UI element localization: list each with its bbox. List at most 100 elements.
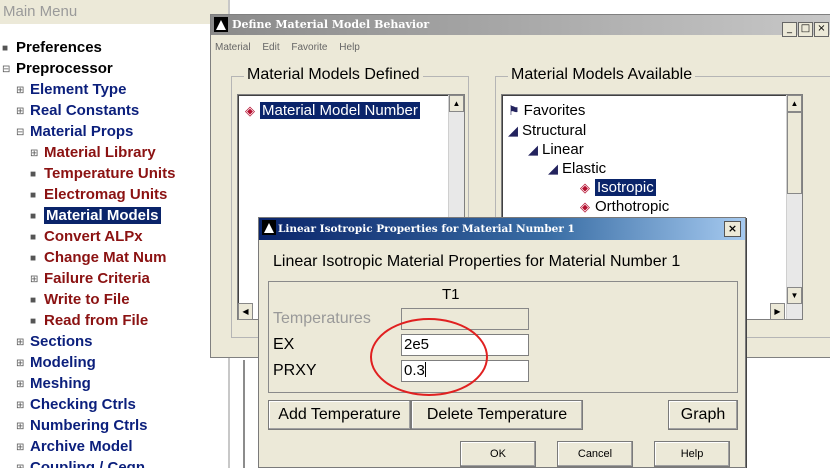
cancel-button[interactable]: Cancel — [557, 441, 633, 467]
minimize-button[interactable]: _ — [782, 22, 797, 37]
tree-item-temperature-units[interactable]: ■ Temperature Units — [30, 163, 175, 184]
scroll-up-arrow-icon[interactable]: ▲ — [787, 95, 802, 112]
collapse-icon: ⊟ — [2, 64, 11, 75]
available-list-scrollbar[interactable]: ▲ ▼ — [786, 95, 802, 319]
expand-icon: ⊞ — [16, 400, 25, 411]
dialog-close-button[interactable]: × — [724, 221, 741, 237]
tree-item-label: Preprocessor — [16, 60, 113, 77]
tree-item-convert-alpx[interactable]: ■ Convert ALPx — [30, 226, 143, 247]
tree-item-meshing[interactable]: ⊞ Meshing — [16, 373, 91, 394]
maximize-button[interactable]: □ — [798, 22, 813, 37]
ok-button[interactable]: OK — [460, 441, 536, 467]
expand-icon: ⊞ — [16, 458, 28, 468]
list-item-label: Material Model Number — [260, 102, 420, 119]
tree-item-element-type[interactable]: ⊞ Element Type — [16, 79, 126, 100]
tree-item-label: Write to File — [44, 291, 130, 308]
menu-leaf-icon: ■ — [30, 169, 37, 180]
list-item-material-model-number[interactable]: ◈ Material Model Number — [245, 101, 420, 121]
tree-item-label: Electromag Units — [44, 186, 168, 203]
tree-item-label: Convert ALPx — [44, 228, 143, 245]
material-icon: ◈ — [580, 180, 590, 195]
menu-help[interactable]: Help — [339, 42, 360, 53]
tree-item-label: Material Models — [44, 207, 161, 224]
close-button[interactable]: × — [814, 22, 829, 37]
open-folder-icon: ◢ — [548, 161, 558, 176]
menu-leaf-icon: ■ — [30, 211, 37, 222]
tree-item-label: Material Library — [44, 144, 156, 161]
define-material-titlebar[interactable]: Define Material Model Behavior _ □ × — [211, 15, 830, 38]
window-controls: _ □ × — [781, 18, 829, 38]
tree-node-label: Structural — [522, 122, 587, 139]
scrollbar-thumb[interactable] — [787, 112, 802, 194]
tree-item-real-constants[interactable]: ⊞ Real Constants — [16, 100, 139, 121]
tree-node-orthotropic[interactable]: ◈ Orthotropic — [580, 197, 669, 217]
menu-leaf-icon: ■ — [30, 295, 37, 306]
expand-icon: ⊞ — [30, 148, 39, 159]
tree-item-label: Read from File — [44, 312, 149, 329]
scroll-left-arrow-icon[interactable]: ◀ — [238, 303, 253, 320]
menu-favorite[interactable]: Favorite — [291, 42, 327, 53]
tree-node-linear[interactable]: ◢ Linear — [528, 140, 584, 160]
tree-item-failure-criteria[interactable]: ⊞ Failure Criteria — [30, 268, 150, 289]
linear-isotropic-titlebar[interactable]: Linear Isotropic Properties for Material… — [259, 218, 745, 240]
tree-item-sections[interactable]: ⊞ Sections — [16, 331, 93, 352]
panel-divider-inner — [243, 360, 245, 468]
material-icon: ◈ — [580, 199, 590, 214]
tree-item-preferences[interactable]: ■ Preferences — [2, 37, 102, 58]
tree-item-label: Archive Model — [30, 438, 133, 455]
graph-button[interactable]: Graph — [668, 400, 738, 430]
group-title-defined: Material Models Defined — [244, 66, 423, 84]
tree-item-label: Coupling / Ceqn — [30, 459, 145, 468]
expand-icon: ⊞ — [16, 421, 25, 432]
tree-item-label: Failure Criteria — [44, 270, 150, 287]
tree-item-read-from-file[interactable]: ■ Read from File — [30, 310, 148, 331]
tree-node-label: Favorites — [523, 102, 586, 119]
tree-item-label: Checking Ctrls — [30, 396, 136, 413]
scroll-down-arrow-icon[interactable]: ▼ — [787, 287, 802, 304]
tree-item-material-props[interactable]: ⊟ Material Props — [16, 121, 133, 142]
tree-item-coupling-ceqn[interactable]: ⊞Coupling / Ceqn — [16, 457, 145, 468]
help-button[interactable]: Help — [654, 441, 730, 467]
scroll-right-arrow-icon[interactable]: ▶ — [770, 303, 785, 320]
tree-item-label: Change Mat Num — [44, 249, 167, 266]
tree-item-numbering-ctrls[interactable]: ⊞ Numbering Ctrls — [16, 415, 148, 436]
tree-item-material-library[interactable]: ⊞ Material Library — [30, 142, 156, 163]
open-folder-icon: ◢ — [528, 142, 538, 157]
expand-icon: ⊞ — [16, 106, 25, 117]
tree-item-modeling[interactable]: ⊞ Modeling — [16, 352, 96, 373]
tree-item-label: Modeling — [30, 354, 96, 371]
tree-item-label: Meshing — [30, 375, 91, 392]
main-menu-panel: Main Menu ■ Preferences ⊟ Preprocessor ⊞ El… — [0, 0, 228, 468]
scroll-up-arrow-icon[interactable]: ▲ — [449, 95, 464, 112]
expand-icon: ⊞ — [30, 274, 39, 285]
tree-node-isotropic[interactable]: ◈ Isotropic — [580, 178, 656, 198]
tree-item-label: Temperature Units — [44, 165, 176, 182]
expand-icon: ⊞ — [16, 379, 25, 390]
menu-leaf-icon: ■ — [30, 232, 37, 243]
delete-temperature-button[interactable]: Delete Temperature — [411, 400, 583, 430]
expand-icon: ⊞ — [16, 85, 25, 96]
tree-item-preprocessor[interactable]: ⊟ Preprocessor — [2, 58, 113, 79]
menu-material[interactable]: Material — [215, 42, 251, 53]
tree-item-checking-ctrls[interactable]: ⊞ Checking Ctrls — [16, 394, 136, 415]
add-temperature-button[interactable]: Add Temperature — [268, 400, 411, 430]
expand-icon: ⊞ — [16, 337, 25, 348]
window-title: Define Material Model Behavior — [232, 18, 430, 31]
tree-node-favorites[interactable]: ⚑ Favorites — [508, 101, 585, 121]
menu-edit[interactable]: Edit — [262, 42, 279, 53]
prxy-label: PRXY — [273, 362, 317, 379]
menu-leaf-icon: ■ — [30, 190, 37, 201]
linear-isotropic-dialog: Linear Isotropic Properties for Material… — [258, 217, 746, 468]
annotation-circle — [370, 318, 488, 396]
tree-item-archive-model[interactable]: ⊞ Archive Model — [16, 436, 133, 457]
tree-item-change-mat-num[interactable]: ■ Change Mat Num — [30, 247, 167, 268]
ansys-logo-icon — [214, 17, 228, 32]
tree-item-material-models[interactable]: ■ Material Models — [30, 205, 161, 226]
dialog-heading: Linear Isotropic Material Properties for… — [273, 253, 681, 270]
tree-item-write-to-file[interactable]: ■ Write to File — [30, 289, 130, 310]
tree-node-elastic[interactable]: ◢ Elastic — [548, 159, 606, 179]
tree-item-electromag-units[interactable]: ■ Electromag Units — [30, 184, 167, 205]
tree-node-label: Elastic — [562, 160, 607, 177]
column-header-t1: T1 — [442, 286, 460, 303]
tree-node-structural[interactable]: ◢ Structural — [508, 121, 586, 141]
